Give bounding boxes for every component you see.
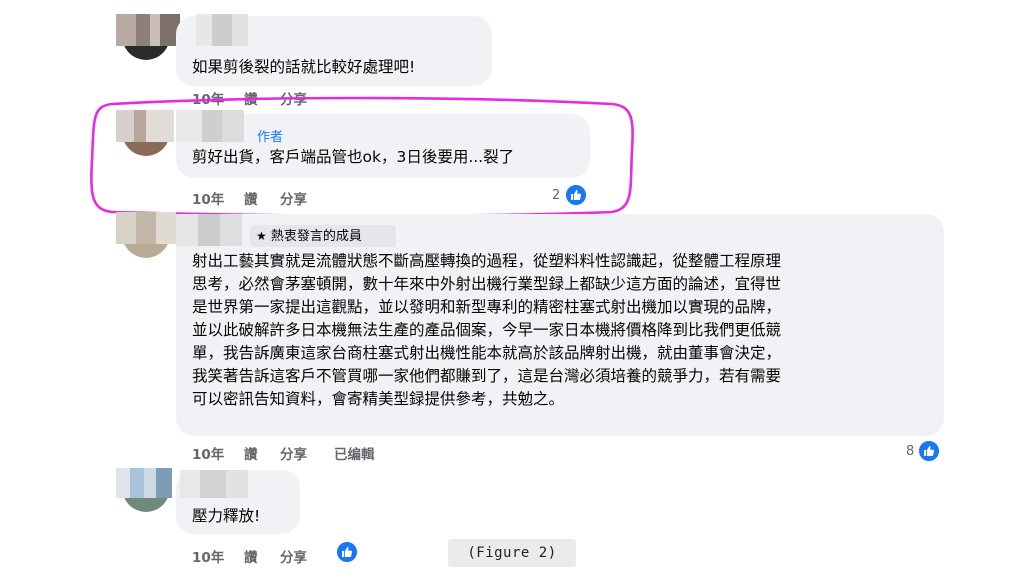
edited-label[interactable]: 已编輯	[334, 443, 375, 463]
comment-actions: 10年 讚 分享	[192, 88, 392, 108]
commenter-name-blurred[interactable]	[176, 110, 244, 142]
comment-age[interactable]: 10年	[192, 546, 224, 566]
like-icon[interactable]	[564, 183, 588, 207]
like-icon[interactable]	[335, 540, 359, 564]
comment-text-line: 可以密訊告知資料，會寄精美型録提供參考，共勉之。	[192, 390, 565, 408]
comment-text-line: 我笑著告訴這客戶不管買哪一家他們都賺到了，這是台灣必須培養的競爭力，若有需要	[192, 367, 782, 385]
share-link[interactable]: 分享	[280, 188, 307, 208]
like-link[interactable]: 讚	[244, 443, 258, 463]
commenter-name-blurred[interactable]	[196, 16, 248, 46]
comment-text: 如果剪後裂的話就比較好處理吧!	[192, 58, 416, 76]
like-icon[interactable]	[917, 439, 941, 463]
commenter-name-blurred[interactable]	[116, 468, 172, 498]
commenter-name-blurred[interactable]	[116, 212, 176, 244]
comment-age[interactable]: 10年	[192, 88, 224, 108]
share-link[interactable]: 分享	[280, 546, 307, 566]
reaction-count[interactable]: 2	[552, 188, 560, 203]
badge-label: 熱衷發言的成員	[270, 229, 362, 244]
comment-text-line: 思考，必然會茅塞頓開，數十年來中外射出機行業型録上都缺少這方面的論述，宜得世	[192, 275, 782, 293]
comment-text: 壓力釋放!	[192, 507, 261, 525]
commenter-name-blurred[interactable]	[176, 214, 242, 246]
reaction-count[interactable]: 8	[906, 444, 914, 459]
share-link[interactable]: 分享	[280, 88, 307, 108]
comment-text-line: 單，我告訴廣東這家台商柱塞式射出機性能本就高於該品牌射出機，就由董事會決定，	[192, 344, 782, 362]
commenter-name-blurred[interactable]	[116, 110, 174, 142]
like-link[interactable]: 讚	[244, 188, 258, 208]
like-link[interactable]: 讚	[244, 88, 258, 108]
comment-text-line: 並以此破解許多日本機無法生產的產品個案，今早一家日本機將價格降到比我們更低競	[192, 321, 782, 339]
comment-actions: 10年 讚 分享	[192, 546, 392, 566]
like-link[interactable]: 讚	[244, 546, 258, 566]
comment-text: 剪好出貨，客戶端品管也ok，3日後要用...裂了	[192, 148, 515, 166]
commenter-name-blurred[interactable]	[180, 470, 248, 498]
star-icon: ★	[256, 229, 267, 243]
comment-text-line: 是世界第一家提出這觀點，並以發明和新型專利的精密柱塞式射出機加以實現的品牌，	[192, 298, 782, 316]
comment-age[interactable]: 10年	[192, 188, 224, 208]
commenter-name-blurred[interactable]	[116, 14, 180, 46]
share-link[interactable]: 分享	[280, 443, 307, 463]
comment-actions: 10年 讚 分享 已编輯	[192, 443, 452, 463]
comment-age[interactable]: 10年	[192, 443, 224, 463]
comment-text-line: 射出工藝其實就是流體狀態不斷高壓轉換的過程，從塑料料性認識起，從整體工程原理	[192, 252, 782, 270]
figure-caption: (Figure 2)	[448, 539, 576, 567]
author-tag: 作者	[257, 130, 284, 145]
top-fan-badge[interactable]: ★ 熱衷發言的成員	[250, 225, 396, 247]
comment-actions: 10年 讚 分享	[192, 188, 392, 208]
